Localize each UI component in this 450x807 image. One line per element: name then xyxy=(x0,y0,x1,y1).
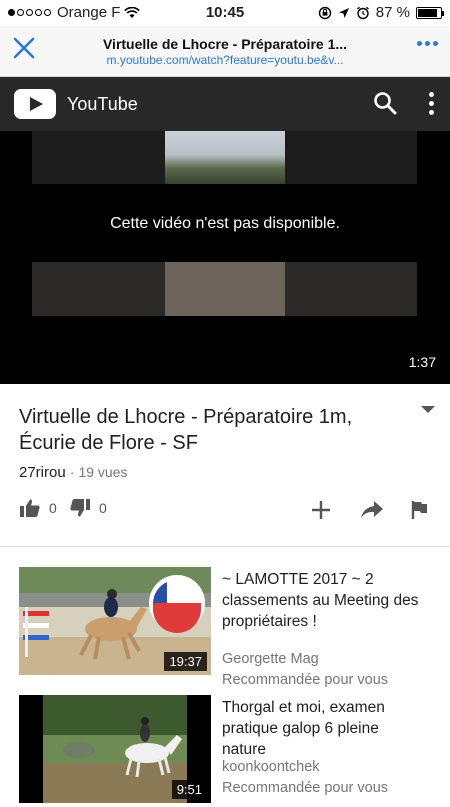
thumbs-down-icon xyxy=(70,499,90,517)
recommended-video[interactable]: 19:37 ~ LAMOTTE 2017 ~ 2 classements au … xyxy=(0,567,450,688)
video-thumbnail[interactable]: 19:37 xyxy=(19,567,211,675)
expand-chevron-icon[interactable] xyxy=(421,406,435,413)
browser-url[interactable]: m.youtube.com/watch?feature=youtu.be&v..… xyxy=(60,53,390,67)
browser-page-title: Virtuelle de Lhocre - Préparatoire 1... xyxy=(102,36,348,52)
thumbnail-duration: 9:51 xyxy=(171,780,207,799)
rotation-lock-icon xyxy=(318,6,331,19)
video-info: Virtuelle de Lhocre - Préparatoire 1m, É… xyxy=(0,384,450,546)
status-bar: Orange F 10:45 87 % xyxy=(0,0,450,26)
channel-name[interactable]: 27rirou xyxy=(19,464,66,481)
action-bar: 0 0 xyxy=(19,498,436,528)
youtube-brand[interactable]: YouTube xyxy=(67,94,138,115)
recommended-channel: koonkoontchek xyxy=(222,759,320,775)
browser-toolbar: Virtuelle de Lhocre - Préparatoire 1... … xyxy=(0,26,450,77)
thumbnail-duration: 19:37 xyxy=(164,652,207,671)
video-duration: 1:37 xyxy=(408,354,436,370)
share-icon[interactable] xyxy=(360,500,384,520)
video-player[interactable]: Cette vidéo n'est pas disponible. 1:37 xyxy=(0,131,450,384)
add-icon[interactable] xyxy=(311,500,331,520)
youtube-logo-icon[interactable] xyxy=(14,89,56,119)
player-thumbnail-bottom xyxy=(32,262,417,316)
player-thumbnail-top xyxy=(32,131,417,184)
section-divider xyxy=(0,546,450,547)
more-dots-icon[interactable] xyxy=(417,41,438,46)
recommended-reason: Recommandée pour vous xyxy=(222,672,389,688)
like-count: 0 xyxy=(49,500,57,516)
flag-icon[interactable] xyxy=(411,500,429,520)
meeting-logo-badge xyxy=(149,575,205,633)
unavailable-message: Cette vidéo n'est pas disponible. xyxy=(110,215,340,232)
recommended-reason: Recommandée pour vous xyxy=(222,780,389,796)
dislike-button[interactable]: 0 xyxy=(69,498,107,518)
like-button[interactable]: 0 xyxy=(19,498,57,518)
search-icon[interactable] xyxy=(372,90,398,116)
video-thumbnail[interactable]: 9:51 xyxy=(19,695,211,803)
youtube-header: YouTube xyxy=(0,77,450,131)
battery-percent: 87 % xyxy=(375,4,410,21)
dislike-count: 0 xyxy=(99,500,107,516)
thumbs-up-icon xyxy=(20,499,40,517)
view-count: 19 vues xyxy=(78,464,128,480)
location-arrow-icon xyxy=(338,7,349,18)
video-title: Virtuelle de Lhocre - Préparatoire 1m, É… xyxy=(19,406,353,454)
channel-line: 27rirou · 19 vues xyxy=(19,464,128,481)
recommended-channel: Georgette Mag xyxy=(222,651,319,667)
more-vert-icon[interactable] xyxy=(429,92,434,115)
status-icons: 87 % xyxy=(318,4,444,21)
recommended-title[interactable]: Thorgal et moi, examen pratique galop 6 … xyxy=(222,697,427,760)
close-icon[interactable] xyxy=(10,34,38,62)
recommended-video[interactable]: 9:51 Thorgal et moi, examen pratique gal… xyxy=(0,695,450,807)
recommended-title[interactable]: ~ LAMOTTE 2017 ~ 2 classements au Meetin… xyxy=(222,569,427,632)
battery-icon xyxy=(416,6,444,19)
alarm-icon xyxy=(356,6,369,19)
